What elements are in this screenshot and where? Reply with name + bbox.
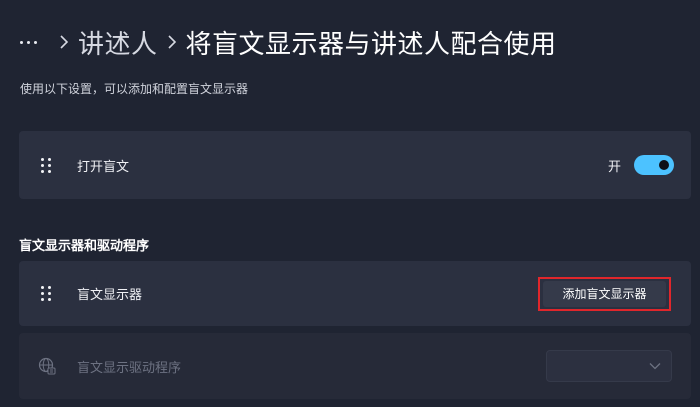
- braille-toggle-card: 打开盲文 开: [19, 131, 691, 199]
- more-button[interactable]: [20, 24, 50, 60]
- drag-handle-icon: [41, 286, 53, 302]
- more-horizontal-icon: [20, 40, 37, 44]
- page-description: 使用以下设置，可以添加和配置盲文显示器: [20, 82, 249, 96]
- globe-icon: [38, 357, 56, 375]
- braille-display-card: 盲文显示器 添加盲文显示器: [19, 261, 691, 326]
- add-braille-display-button[interactable]: 添加盲文显示器: [538, 276, 671, 311]
- toggle-state-label: 开: [607, 159, 621, 175]
- braille-driver-label: 盲文显示驱动程序: [77, 360, 182, 376]
- breadcrumb-parent-link[interactable]: 讲述人: [78, 24, 158, 61]
- braille-driver-dropdown[interactable]: [546, 350, 672, 382]
- braille-driver-card: 盲文显示驱动程序: [19, 333, 691, 399]
- braille-display-label: 盲文显示器: [77, 288, 143, 303]
- add-braille-display-button-label: 添加盲文显示器: [543, 280, 666, 307]
- page-title: 将盲文显示器与讲述人配合使用: [185, 29, 557, 60]
- chevron-down-icon: [649, 363, 661, 370]
- braille-toggle-switch[interactable]: [634, 155, 674, 175]
- breadcrumb: 讲述人 将盲文显示器与讲述人配合使用: [20, 22, 557, 62]
- drag-handle-icon: [41, 157, 53, 173]
- toggle-knob: [659, 160, 669, 170]
- braille-toggle-control: 开: [608, 155, 674, 175]
- settings-page: 讲述人 将盲文显示器与讲述人配合使用 使用以下设置，可以添加和配置盲文显示器 打…: [0, 0, 700, 407]
- chevron-right-icon: [50, 35, 78, 49]
- braille-toggle-label: 打开盲文: [77, 159, 130, 175]
- chevron-right-icon: [158, 35, 186, 49]
- section-heading: 盲文显示器和驱动程序: [19, 239, 150, 254]
